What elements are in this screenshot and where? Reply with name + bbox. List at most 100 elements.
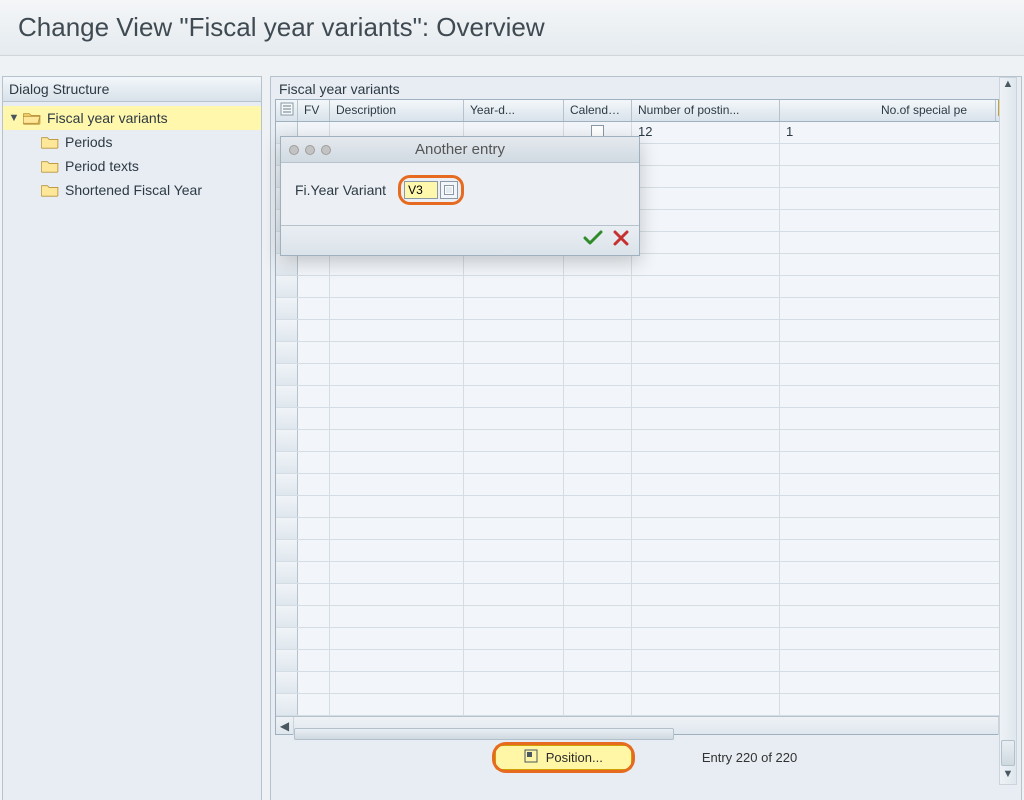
row-selector[interactable] [276, 628, 298, 649]
cell-special[interactable] [780, 408, 1016, 429]
cell-description[interactable] [330, 408, 464, 429]
table-row[interactable] [276, 408, 1016, 430]
cell-special[interactable] [780, 452, 1016, 473]
table-row[interactable] [276, 298, 1016, 320]
cell-calendar[interactable] [564, 584, 632, 605]
table-row[interactable] [276, 342, 1016, 364]
cell-calendar[interactable] [564, 562, 632, 583]
cell-yeardep[interactable] [464, 320, 564, 341]
cell-fv[interactable] [298, 408, 330, 429]
cell-posting[interactable] [632, 540, 780, 561]
tree-toggle-icon[interactable]: ▼ [7, 111, 21, 125]
cell-yeardep[interactable] [464, 276, 564, 297]
cell-description[interactable] [330, 298, 464, 319]
table-row[interactable] [276, 518, 1016, 540]
cell-yeardep[interactable] [464, 694, 564, 715]
cell-special[interactable] [780, 650, 1016, 671]
cell-special[interactable] [780, 694, 1016, 715]
cell-description[interactable] [330, 672, 464, 693]
tree-node-period-texts[interactable]: Period texts [3, 154, 261, 178]
cell-yeardep[interactable] [464, 518, 564, 539]
cell-posting[interactable] [632, 320, 780, 341]
cell-posting[interactable] [632, 496, 780, 517]
cell-posting[interactable] [632, 628, 780, 649]
cell-calendar[interactable] [564, 540, 632, 561]
table-row[interactable] [276, 540, 1016, 562]
cell-description[interactable] [330, 628, 464, 649]
cell-posting[interactable] [632, 408, 780, 429]
window-minimize-icon[interactable] [305, 145, 315, 155]
cell-description[interactable] [330, 342, 464, 363]
cell-posting[interactable] [632, 210, 780, 231]
cell-fv[interactable] [298, 496, 330, 517]
cancel-button[interactable] [613, 230, 629, 251]
cell-posting[interactable] [632, 518, 780, 539]
window-zoom-icon[interactable] [321, 145, 331, 155]
cell-calendar[interactable] [564, 518, 632, 539]
cell-fv[interactable] [298, 628, 330, 649]
cell-yeardep[interactable] [464, 452, 564, 473]
cell-calendar[interactable] [564, 408, 632, 429]
cell-special[interactable] [780, 628, 1016, 649]
cell-fv[interactable] [298, 694, 330, 715]
dialog-titlebar[interactable]: Another entry [281, 137, 639, 163]
scroll-up-icon[interactable]: ▲ [1003, 78, 1014, 94]
cell-fv[interactable] [298, 254, 330, 275]
cell-fv[interactable] [298, 518, 330, 539]
cell-calendar[interactable] [564, 342, 632, 363]
cell-calendar[interactable] [564, 694, 632, 715]
row-selector[interactable] [276, 672, 298, 693]
cell-calendar[interactable] [564, 364, 632, 385]
cell-special[interactable] [780, 232, 1016, 253]
cell-description[interactable] [330, 430, 464, 451]
cell-yeardep[interactable] [464, 562, 564, 583]
cell-posting[interactable] [632, 364, 780, 385]
cell-fv[interactable] [298, 430, 330, 451]
cell-special[interactable] [780, 540, 1016, 561]
cell-yeardep[interactable] [464, 650, 564, 671]
scroll-left-icon[interactable]: ◀ [276, 717, 294, 735]
cell-description[interactable] [330, 364, 464, 385]
row-selector[interactable] [276, 298, 298, 319]
table-row[interactable] [276, 584, 1016, 606]
horizontal-scrollbar[interactable]: ◀ ▶ [276, 716, 1016, 734]
row-selector[interactable] [276, 584, 298, 605]
cell-special[interactable] [780, 298, 1016, 319]
cell-posting[interactable] [632, 254, 780, 275]
cell-special[interactable] [780, 342, 1016, 363]
cell-posting[interactable] [632, 584, 780, 605]
row-selector[interactable] [276, 496, 298, 517]
cell-special[interactable] [780, 672, 1016, 693]
table-row[interactable] [276, 650, 1016, 672]
cell-special[interactable] [780, 562, 1016, 583]
table-row[interactable] [276, 694, 1016, 716]
cell-special[interactable] [780, 144, 1016, 165]
cell-fv[interactable] [298, 320, 330, 341]
cell-special[interactable] [780, 518, 1016, 539]
cell-posting[interactable] [632, 474, 780, 495]
cell-calendar[interactable] [564, 452, 632, 473]
table-row[interactable] [276, 628, 1016, 650]
cell-posting[interactable] [632, 188, 780, 209]
cell-yeardep[interactable] [464, 298, 564, 319]
cell-special[interactable] [780, 188, 1016, 209]
cell-yeardep[interactable] [464, 430, 564, 451]
cell-fv[interactable] [298, 474, 330, 495]
row-selector[interactable] [276, 452, 298, 473]
cell-description[interactable] [330, 562, 464, 583]
cell-special[interactable] [780, 276, 1016, 297]
cell-description[interactable] [330, 320, 464, 341]
cell-special[interactable] [780, 254, 1016, 275]
cell-description[interactable] [330, 606, 464, 627]
row-selector[interactable] [276, 606, 298, 627]
cell-posting[interactable]: 12 [632, 122, 780, 143]
cell-calendar[interactable] [564, 298, 632, 319]
row-selector[interactable] [276, 474, 298, 495]
tree-node-fiscal-year-variants[interactable]: ▼ Fiscal year variants [3, 106, 261, 130]
cell-calendar[interactable] [564, 650, 632, 671]
cell-yeardep[interactable] [464, 606, 564, 627]
cell-yeardep[interactable] [464, 672, 564, 693]
cell-posting[interactable] [632, 606, 780, 627]
table-row[interactable] [276, 320, 1016, 342]
col-posting[interactable]: Number of postin... [632, 100, 780, 121]
